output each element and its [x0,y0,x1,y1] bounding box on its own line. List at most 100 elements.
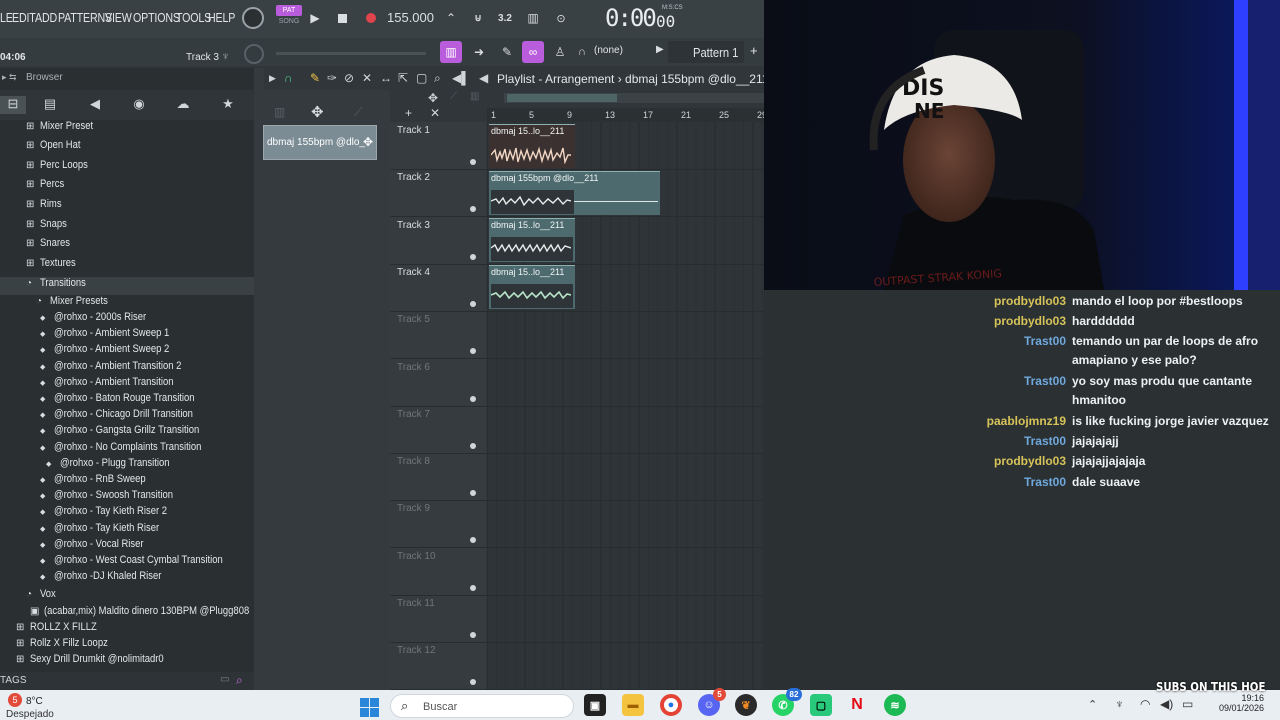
netflix-icon[interactable]: N [846,694,868,716]
pat-song-toggle[interactable]: PAT SONG [276,5,302,29]
piano-roll-button[interactable]: ▥ [440,41,462,63]
menu-file[interactable]: LE [0,10,13,25]
chat-username[interactable]: prodbydlo03 [766,454,1066,468]
track-name[interactable]: Track 12 [397,645,436,656]
track-name[interactable]: Track 2 [397,172,430,183]
audio-clip[interactable]: dbmaj 15..lo__211 [489,218,575,262]
add-track-icon[interactable]: + [405,106,412,120]
move-icon[interactable]: ✥ [363,135,373,149]
menu-options[interactable]: OPTIONS [133,10,180,25]
paint-tool-icon[interactable]: ✑ [327,71,337,85]
browser-arrow-icon[interactable]: ▸ ⇆ [2,72,17,83]
taskbar-clock[interactable]: 19:16 09/01/2026 [1204,693,1264,713]
track-name[interactable]: Track 4 [397,267,430,278]
step-sequencer-icon[interactable]: ▥ [274,105,285,119]
browser-item[interactable]: ◆ @rohxo -DJ Khaled Riser [0,570,254,588]
chat-username[interactable]: paablojmnz19 [766,414,1066,428]
master-pitch-knob[interactable] [244,44,264,64]
browser-tab-all[interactable]: ⊟ [0,96,26,114]
chat-username[interactable]: prodbydlo03 [766,294,1066,308]
menu-add[interactable]: ADD [35,10,57,25]
pattern-selector[interactable]: Pattern 1 [668,41,744,63]
task-view-icon[interactable]: ▣ [584,694,606,716]
master-volume-slider[interactable] [276,52,426,55]
track-mute-led[interactable] [470,584,476,591]
browser-item[interactable]: ⊞ Textures [0,257,254,275]
slice-tool-icon[interactable]: ⇱ [398,71,408,85]
chat-username[interactable]: Trast00 [766,434,1066,448]
audio-clip[interactable]: dbmaj 15..lo__211 [489,265,575,309]
browser-item[interactable]: ⊞ Rims [0,198,254,216]
draw-tool-button[interactable]: ✎ [496,41,518,63]
song-position-clock[interactable]: 0:00 [605,4,657,32]
browser-tab-cloud[interactable]: ☁ [173,96,193,114]
taskbar-search[interactable]: ⌕ Buscar [390,694,574,718]
playback-tool-icon[interactable]: ◀▌ [452,71,470,85]
spotify-icon[interactable]: ≋ [884,694,906,716]
chat-username[interactable]: Trast00 [766,374,1066,388]
overview-scrollbar[interactable] [504,93,764,103]
metronome-icon[interactable]: ⌃ [440,7,462,29]
master-knob[interactable] [242,7,264,29]
tray-chevron-icon[interactable]: ⌃ [1088,698,1097,711]
browser-tab-plugin[interactable]: ◉ [129,96,149,114]
browser-item[interactable]: ◔ Vox [0,588,254,606]
slip-tool-icon[interactable]: ↔ [380,71,392,85]
chat-username[interactable]: Trast00 [766,475,1066,489]
draw-tool-icon[interactable]: ✎ [310,71,320,85]
browser-item[interactable]: ◔ Transitions [0,277,254,295]
streaming-app-icon[interactable]: ▢ [810,694,832,716]
discord-icon[interactable]: ☺ 5 [698,688,726,716]
chat-username[interactable]: Trast00 [766,334,1066,348]
menu-tools[interactable]: TOOLS [176,10,211,25]
whatsapp-icon[interactable]: ✆ 82 [772,688,802,716]
track-name[interactable]: Track 1 [397,125,430,136]
track-mute-led[interactable] [470,300,476,307]
track-mute-led[interactable] [470,395,476,402]
volume-icon[interactable]: ◀) [1160,697,1173,711]
browser-item[interactable]: ⊞ Snaps [0,218,254,236]
menu-patterns[interactable]: PATTERNS [58,10,112,25]
browser-item[interactable]: ◆ @rohxo - Tay Kieth Riser 2 [0,505,254,523]
folder-icon[interactable]: ▭ [220,674,229,685]
browser-item[interactable]: ⊞ Perc Loops [0,159,254,177]
play-button[interactable]: ▶ [304,7,326,29]
browser-tab-favorites[interactable]: ★ [218,96,238,114]
loop-record-icon[interactable]: ⊙ [550,7,572,29]
close-track-icon[interactable]: ✕ [430,106,440,120]
select-tool-icon[interactable]: ▢ [416,71,427,85]
browser-item[interactable]: ⊞ Percs [0,178,254,196]
stamp-button[interactable]: ♙ [549,41,571,63]
weather-widget[interactable]: 5 8°C Despejado [6,692,86,720]
snap-selector[interactable]: (none) [594,45,623,56]
battery-icon[interactable]: ▭ [1182,697,1193,711]
audio-clip[interactable]: dbmaj 15..lo__211 [489,124,575,168]
track-mute-led[interactable] [470,442,476,449]
playlist-overview-bar[interactable]: ✥ ⟋ ▥ [428,90,764,108]
chat-username[interactable]: prodbydlo03 [766,314,1066,328]
step-edit-icon[interactable]: ▥ [522,7,544,29]
track-name[interactable]: Track 11 [397,598,435,609]
menu-help[interactable]: HELP [208,10,235,25]
overview-thumb[interactable] [507,94,617,102]
track-name[interactable]: Track 7 [397,409,430,420]
track-mute-led[interactable] [470,159,476,165]
channel-clip-item[interactable]: dbmaj 155bpm @dlo_ ✥ [263,125,377,160]
magnet-tool-icon[interactable]: ∩ [284,71,293,85]
wifi-icon[interactable]: ◠ [1140,697,1150,711]
track-mute-led[interactable] [470,253,476,260]
menu-view[interactable]: VIEW [105,10,132,25]
next-arrow-button[interactable]: ➜ [468,41,490,63]
browser-item[interactable]: ⊞ Mixer Preset [0,120,254,138]
link-button[interactable]: ∞ [522,41,544,63]
menu-edit[interactable]: EDIT [12,10,36,25]
chrome-icon[interactable]: ● [660,694,682,716]
delete-tool-icon[interactable]: ⊘ [344,71,354,85]
track-name[interactable]: Track 5 [397,314,430,325]
start-button[interactable] [360,698,379,717]
browser-tab-current[interactable]: ◀ [85,96,105,114]
mute-tool-icon[interactable]: ✕ [362,71,372,85]
zoom-tool-icon[interactable]: ⌕ [434,71,441,86]
track-name[interactable]: Track 10 [397,551,436,562]
fl-studio-taskbar-icon[interactable]: ❦ [735,694,757,716]
